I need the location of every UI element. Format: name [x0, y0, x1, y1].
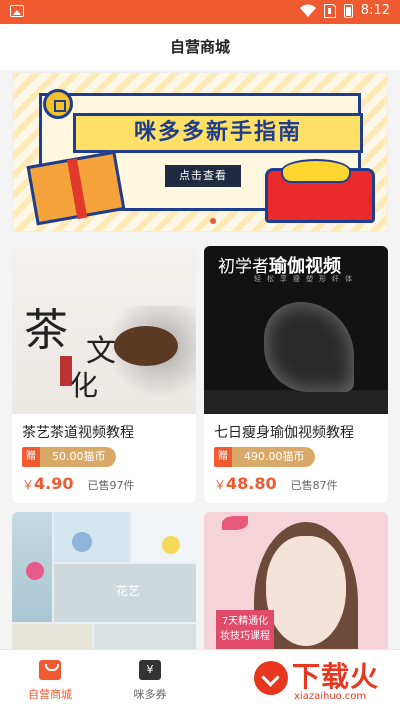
gold-ingot-illustration [281, 159, 351, 183]
wifi-icon [299, 4, 316, 17]
status-icons: 8:12 [299, 3, 390, 18]
tab-label: 自营商城 [28, 688, 72, 701]
battery-icon [343, 3, 353, 18]
product-card-yoga[interactable]: 初学者瑜伽视频 轻松享瘦塑形纤体 七日瘦身瑜伽视频教程 赠 490.00猫币 ￥… [204, 246, 388, 503]
status-bar: 8:12 [0, 0, 400, 24]
sim-icon [323, 3, 336, 18]
carousel-indicator[interactable] [210, 218, 216, 224]
tab-label: 咪多券 [133, 688, 167, 701]
price-row: ￥ 4.90 已售97件 [12, 468, 196, 503]
watermark-brand: 下载火 [292, 660, 380, 693]
flower-decoration [72, 532, 92, 552]
flower-decoration [26, 562, 44, 580]
watermark-url: xiazaihuo.com [294, 691, 367, 702]
product-name: 七日瘦身瑜伽视频教程 [214, 425, 354, 441]
photo-tile [54, 512, 130, 562]
banner-title: 咪多多新手指南 [73, 113, 363, 153]
download-logo-icon [254, 661, 288, 695]
gift-coins-row: 赠 50.00猫币 [12, 446, 196, 468]
gift-tag: 赠 [214, 447, 232, 467]
product-image-tea: 茶 文 化 [12, 246, 196, 414]
leaf-decoration [222, 516, 248, 530]
currency-symbol: ￥ [214, 478, 227, 492]
gift-coins-row: 赠 490.00猫币 [204, 446, 388, 468]
tea-cup-illustration [114, 326, 178, 366]
gift-tag: 赠 [22, 447, 40, 467]
price-row: ￥ 48.80 已售87件 [204, 468, 388, 503]
banner-cta-button[interactable]: 点击查看 [165, 165, 241, 187]
calligraphy-char: 茶 [24, 305, 68, 356]
product-image-yoga: 初学者瑜伽视频 轻松享瘦塑形纤体 [204, 246, 388, 414]
product-card-tea[interactable]: 茶 文 化 茶艺茶道视频教程 赠 50.00猫币 ￥ 4.90 已售97件 [12, 246, 196, 503]
image-subtitle: 轻松享瘦塑形纤体 [254, 275, 358, 283]
watermark: 下载火 xiazaihuo.com [254, 655, 394, 707]
floor-decoration [204, 390, 388, 414]
promo-banner[interactable]: 咪多多新手指南 点击查看 [12, 72, 388, 232]
clock: 8:12 [360, 3, 390, 18]
photo-tile [132, 512, 196, 562]
face-illustration [266, 536, 346, 646]
yoga-pose-illustration [264, 302, 354, 392]
coupon-icon: ¥ [139, 660, 161, 680]
product-name: 茶艺茶道视频教程 [22, 425, 134, 441]
product-price: 48.80 [226, 474, 277, 493]
calligraphy-char: 化 [70, 369, 99, 402]
flower-decoration [162, 536, 180, 554]
product-price: 4.90 [34, 474, 74, 493]
sold-count: 已售97件 [87, 479, 135, 492]
page-title: 自营商城 [0, 24, 400, 70]
coin-amount: 50.00猫币 [40, 447, 116, 467]
coin-amount: 490.00猫币 [232, 447, 315, 467]
coin-icon [43, 89, 73, 119]
sold-count: 已售87件 [290, 479, 338, 492]
tab-coupons[interactable]: ¥ 咪多券 [100, 650, 200, 711]
image-notification-icon [10, 5, 24, 17]
currency-symbol: ￥ [22, 478, 35, 492]
image-caption: 花艺 [116, 584, 141, 598]
tab-mall[interactable]: 自营商城 [0, 650, 100, 711]
shopping-bag-icon [39, 660, 61, 680]
